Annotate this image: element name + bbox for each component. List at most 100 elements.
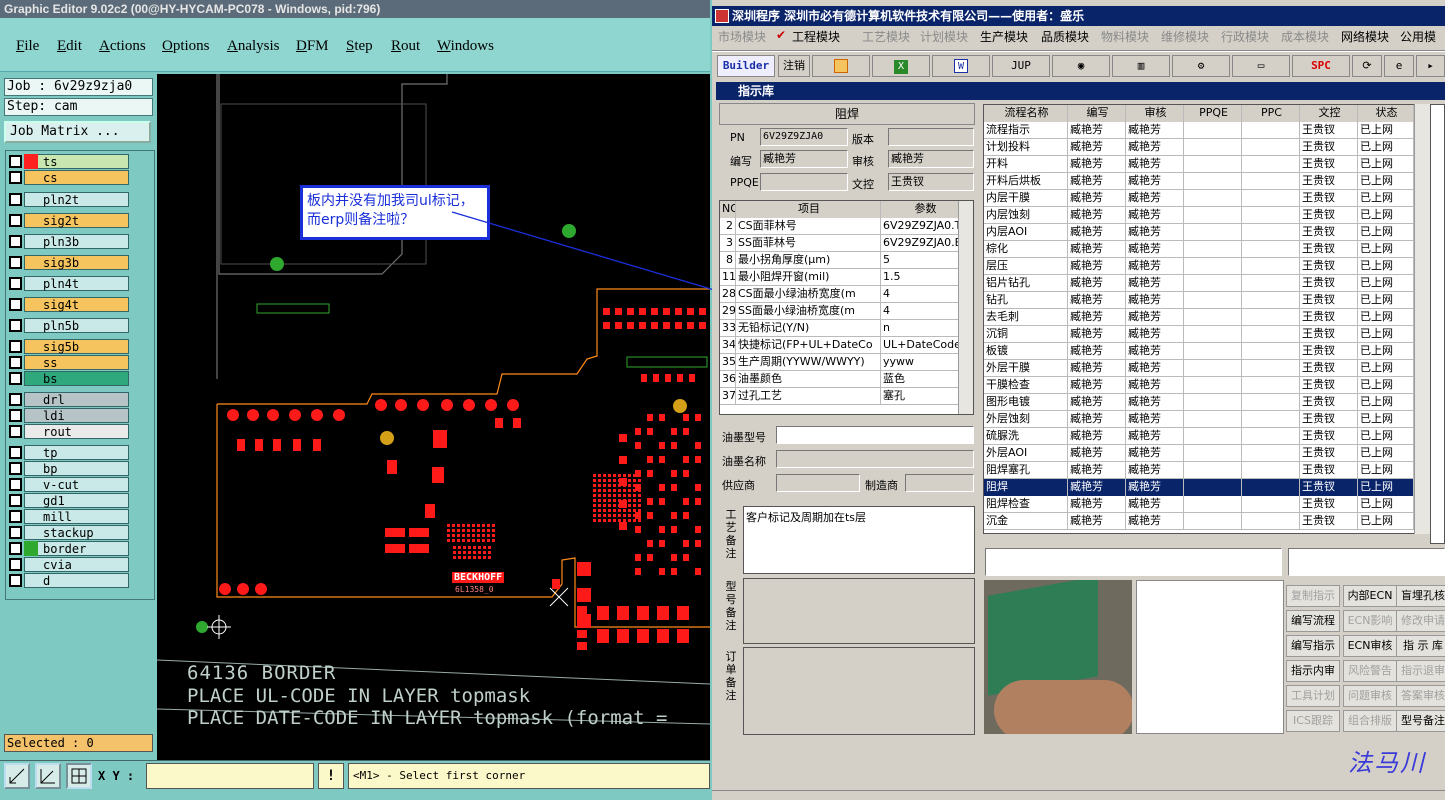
flow-row[interactable]: 内层AOI 臧艳芳 臧艳芳 王贵钗 已上网 <box>984 224 1414 241</box>
flow-row[interactable]: 干膜检查 臧艳芳 臧艳芳 王贵钗 已上网 <box>984 377 1414 394</box>
snap-tool-button[interactable] <box>66 763 92 789</box>
layer-name[interactable]: ldi <box>24 408 129 423</box>
flow-row[interactable]: 铝片钻孔 臧艳芳 臧艳芳 王贵钗 已上网 <box>984 275 1414 292</box>
version-field[interactable] <box>888 128 974 146</box>
layer-name[interactable]: d <box>24 573 129 588</box>
order-note-box[interactable] <box>743 647 975 735</box>
layer-row-pln2t[interactable]: pln2t <box>9 192 129 207</box>
params-row[interactable]: 8 最小拐角厚度(μm) 5 <box>720 252 969 269</box>
layer-name[interactable]: bs <box>24 371 129 386</box>
layer-checkbox[interactable] <box>9 298 22 311</box>
layer-name[interactable]: mill <box>24 509 129 524</box>
flow-row[interactable]: 棕化 臧艳芳 臧艳芳 王贵钗 已上网 <box>984 241 1414 258</box>
layer-name[interactable]: cvia <box>24 557 129 572</box>
action-button[interactable]: 风险警告 <box>1343 660 1397 682</box>
module-tab[interactable]: 市场模块 <box>718 28 766 45</box>
layer-row-sig5b[interactable]: sig5b <box>9 339 129 354</box>
flow-row[interactable]: 层压 臧艳芳 臧艳芳 王贵钗 已上网 <box>984 258 1414 275</box>
builder-button[interactable]: Builder <box>717 55 775 77</box>
layer-checkbox[interactable] <box>9 462 22 475</box>
layer-name[interactable]: sig4t <box>24 297 129 312</box>
flow-select-1[interactable] <box>985 548 1282 576</box>
flow-row[interactable]: 开料 臧艳芳 臧艳芳 王贵钗 已上网 <box>984 156 1414 173</box>
computer-icon[interactable]: ▭ <box>1232 55 1290 77</box>
logout-button[interactable]: 注销 <box>778 55 810 77</box>
action-button[interactable]: 型号备注 <box>1396 710 1445 732</box>
layer-row-sig2t[interactable]: sig2t <box>9 213 129 228</box>
layer-row-stackup[interactable]: stackup <box>9 525 129 540</box>
layer-checkbox[interactable] <box>9 256 22 269</box>
layer-name[interactable]: sig3b <box>24 255 129 270</box>
layer-checkbox[interactable] <box>9 409 22 422</box>
layer-checkbox[interactable] <box>9 393 22 406</box>
flow-row[interactable]: 硫脲洗 臧艳芳 臧艳芳 王贵钗 已上网 <box>984 428 1414 445</box>
action-button[interactable]: 答案审核 <box>1396 685 1445 707</box>
menu-analysis[interactable]: Analysis <box>227 38 280 55</box>
module-tab[interactable]: 维修模块 <box>1161 28 1209 45</box>
doc-control-field[interactable]: 王贵钗 <box>888 173 974 191</box>
xy-input[interactable] <box>146 763 314 789</box>
flow-row[interactable]: 外层AOI 臧艳芳 臧艳芳 王贵钗 已上网 <box>984 445 1414 462</box>
action-button[interactable]: 盲埋孔核 <box>1396 585 1445 607</box>
module-tab[interactable]: 网络模块 <box>1341 28 1389 45</box>
action-button[interactable]: 指示退审 <box>1396 660 1445 682</box>
layer-row-ts[interactable]: ts <box>9 154 129 169</box>
flow-row[interactable]: 阻焊检查 臧艳芳 臧艳芳 王贵钗 已上网 <box>984 496 1414 513</box>
flow-select-2[interactable] <box>1288 548 1445 576</box>
ink-name-field[interactable] <box>776 450 974 468</box>
params-row[interactable]: 11 最小阻焊开窗(mil) 1.5 <box>720 269 969 286</box>
flow-row[interactable]: 内层蚀刻 臧艳芳 臧艳芳 王贵钗 已上网 <box>984 207 1414 224</box>
flow-row[interactable]: 流程指示 臧艳芳 臧艳芳 王贵钗 已上网 <box>984 122 1414 139</box>
layer-checkbox[interactable] <box>9 446 22 459</box>
action-button[interactable]: 内部ECN <box>1343 585 1397 607</box>
layer-row-rout[interactable]: rout <box>9 424 129 439</box>
layer-name[interactable]: ts <box>24 154 129 169</box>
params-row[interactable]: 35 生产周期(YYWW/WWYY) yyww <box>720 354 969 371</box>
menu-step[interactable]: Step <box>346 38 373 55</box>
action-button[interactable]: 指示内审 <box>1286 660 1340 682</box>
layer-row-cs[interactable]: cs <box>9 170 129 185</box>
action-button[interactable]: 修改申请 <box>1396 610 1445 632</box>
flow-row[interactable]: 沉金 臧艳芳 臧艳芳 王贵钗 已上网 <box>984 513 1414 530</box>
supplier-select[interactable] <box>776 474 860 492</box>
flow-row[interactable]: 内层干膜 臧艳芳 臧艳芳 王贵钗 已上网 <box>984 190 1414 207</box>
refresh-icon[interactable]: ⟳ <box>1352 55 1382 77</box>
jup-button[interactable]: JUP <box>992 55 1050 77</box>
layer-checkbox[interactable] <box>9 214 22 227</box>
layer-row-sig3b[interactable]: sig3b <box>9 255 129 270</box>
prompt-alert-button[interactable]: ! <box>318 763 344 789</box>
params-row[interactable]: 34 快捷标记(FP+UL+DateCo UL+DateCode) <box>720 337 969 354</box>
measure-tool-button[interactable] <box>35 763 61 789</box>
action-button[interactable]: 组合排版 <box>1343 710 1397 732</box>
layer-row-v-cut[interactable]: v-cut <box>9 477 129 492</box>
layer-checkbox[interactable] <box>9 155 22 168</box>
layer-name[interactable]: drl <box>24 392 129 407</box>
layer-row-sig4t[interactable]: sig4t <box>9 297 129 312</box>
layer-checkbox[interactable] <box>9 425 22 438</box>
flow-row[interactable]: 阻焊 臧艳芳 臧艳芳 王贵钗 已上网 <box>984 479 1414 496</box>
layer-checkbox[interactable] <box>9 319 22 332</box>
tools-icon[interactable]: ⚙ <box>1172 55 1230 77</box>
params-row[interactable]: 3 SS面菲林号 6V29Z9ZJA0.BS <box>720 235 969 252</box>
layer-name[interactable]: pln5b <box>24 318 129 333</box>
params-scrollbar[interactable] <box>958 201 973 414</box>
module-tab[interactable]: 成本模块 <box>1281 28 1329 45</box>
action-button[interactable]: 工具计划 <box>1286 685 1340 707</box>
module-tab[interactable]: 工艺模块 <box>862 28 910 45</box>
layer-row-gd1[interactable]: gd1 <box>9 493 129 508</box>
layer-checkbox[interactable] <box>9 171 22 184</box>
layer-row-d[interactable]: d <box>9 573 129 588</box>
flow-row[interactable]: 板镀 臧艳芳 臧艳芳 王贵钗 已上网 <box>984 343 1414 360</box>
word-icon[interactable]: W <box>932 55 990 77</box>
module-tab[interactable]: 品质模块 <box>1041 28 1089 45</box>
layer-checkbox[interactable] <box>9 558 22 571</box>
reviewer-field[interactable]: 臧艳芳 <box>888 150 974 168</box>
layer-name[interactable]: ss <box>24 355 129 370</box>
params-row[interactable]: 28 CS面最小绿油桥宽度(m 4 <box>720 286 969 303</box>
layer-name[interactable]: cs <box>24 170 129 185</box>
layer-row-pln5b[interactable]: pln5b <box>9 318 129 333</box>
layer-name[interactable]: gd1 <box>24 493 129 508</box>
layer-name[interactable]: v-cut <box>24 477 129 492</box>
layer-name[interactable]: stackup <box>24 525 129 540</box>
layer-checkbox[interactable] <box>9 574 22 587</box>
